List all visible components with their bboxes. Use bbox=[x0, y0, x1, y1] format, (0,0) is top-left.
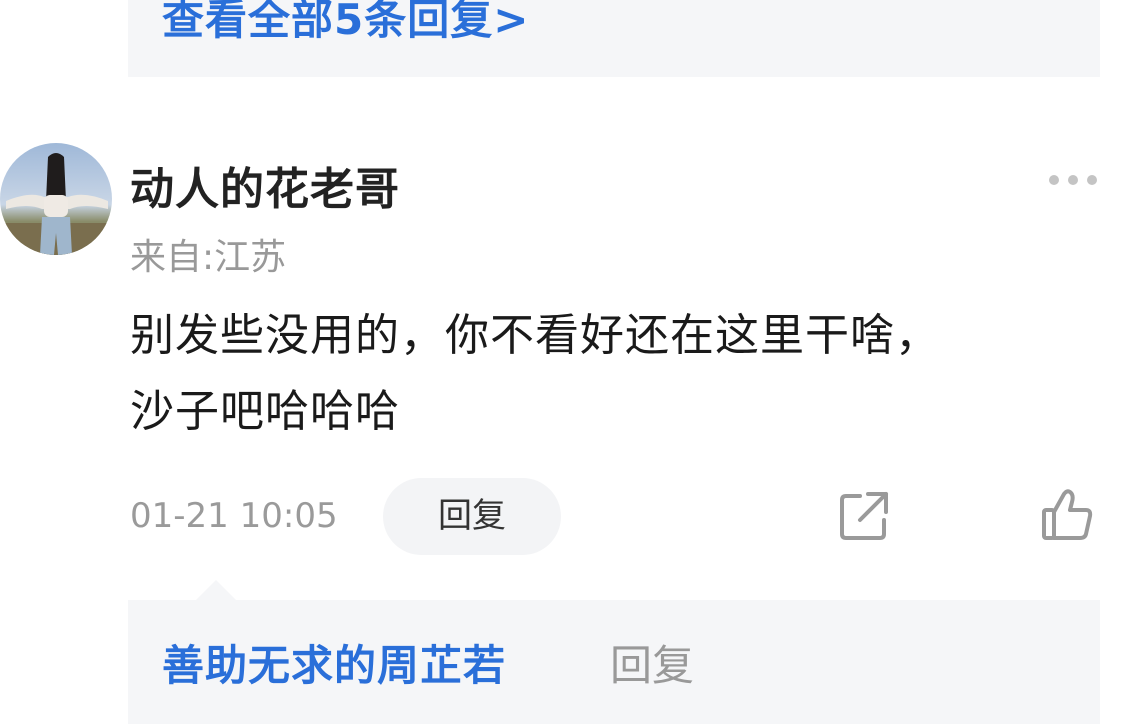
avatar-image bbox=[0, 143, 112, 255]
reply-button[interactable]: 回复 bbox=[383, 478, 561, 555]
thumbs-up-icon[interactable] bbox=[1040, 488, 1094, 542]
comment-body-line-1: 别发些没用的，你不看好还在这里干啥， bbox=[130, 310, 940, 361]
more-dots-icon[interactable] bbox=[1046, 170, 1100, 190]
view-all-replies-link[interactable]: 查看全部5条回复> bbox=[162, 0, 529, 47]
comment-location: 来自:江苏 bbox=[130, 237, 287, 278]
share-icon[interactable] bbox=[838, 490, 890, 542]
comment-username[interactable]: 动人的花老哥 bbox=[130, 153, 400, 217]
sub-reply-box: 善助无求的周芷若 回复 bbox=[128, 600, 1100, 724]
comment-page: 查看全部5条回复> 动人的花老哥 来自:江苏 别发些没用的，你不看好还在这里干啥… bbox=[0, 0, 1127, 724]
comment-body: 别发些没用的，你不看好还在这里干啥， 沙子吧哈哈哈 bbox=[130, 298, 1100, 450]
avatar[interactable] bbox=[0, 143, 112, 255]
sub-reply-author[interactable]: 善助无求的周芷若 bbox=[162, 632, 506, 693]
previous-replies-box: 查看全部5条回复> bbox=[128, 0, 1100, 77]
sub-reply-pointer bbox=[196, 580, 236, 600]
comment-timestamp: 01-21 10:05 bbox=[130, 496, 338, 536]
sub-reply-action-label: 回复 bbox=[610, 641, 695, 690]
comment-body-line-2: 沙子吧哈哈哈 bbox=[130, 386, 400, 437]
